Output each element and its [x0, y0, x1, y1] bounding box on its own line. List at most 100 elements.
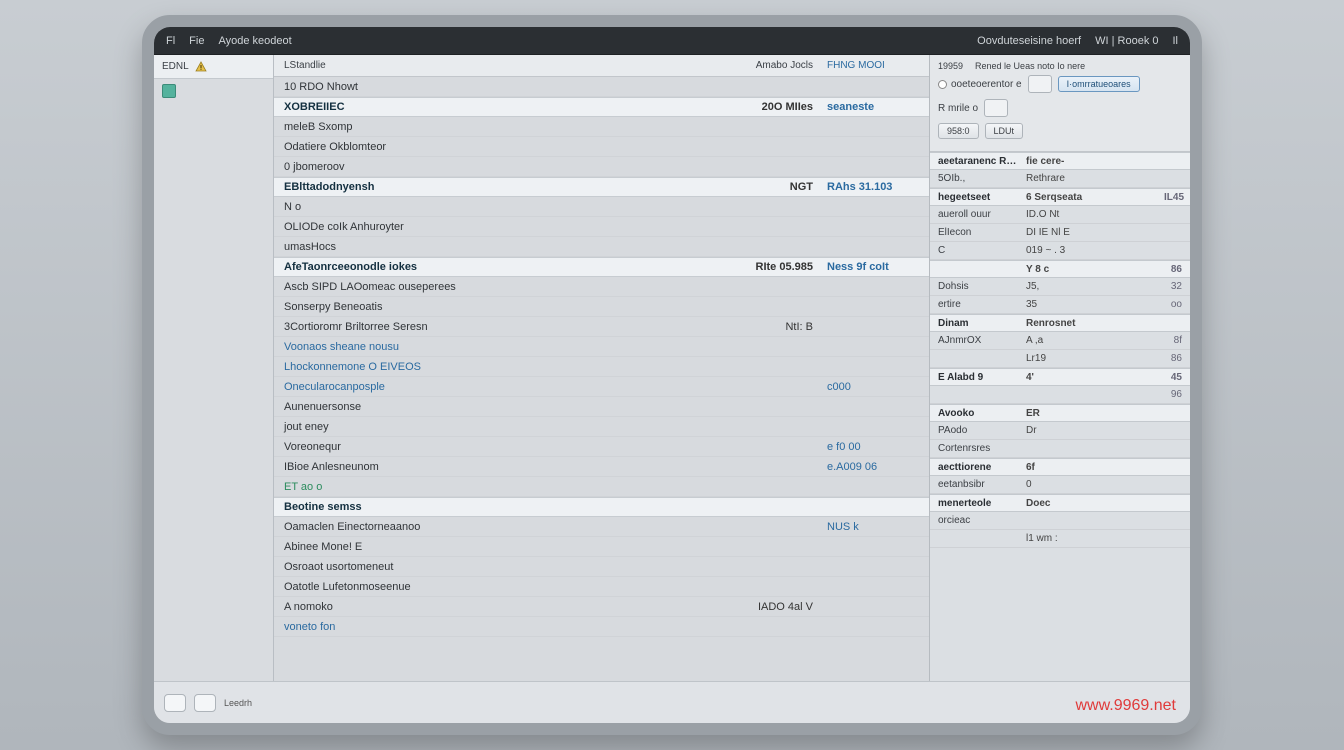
list-row[interactable]: A nomokoIADO 4al V [274, 597, 929, 617]
list-row[interactable]: Odatiere Okblomteor [274, 137, 929, 157]
list-row[interactable]: Osroaot usortomeneut [274, 557, 929, 577]
list-row[interactable]: ET ao o [274, 477, 929, 497]
list-row[interactable]: Aunenuersonse [274, 397, 929, 417]
inspector-row[interactable]: 5OIb.,Rethrare [930, 170, 1190, 188]
list-row[interactable]: voneto fon [274, 617, 929, 637]
inspector-row-right: 8f [1164, 335, 1190, 346]
list-row[interactable]: Ascb SIPD LAOomeac ouseperees [274, 277, 929, 297]
menu-item-3[interactable]: Ayode keodeot [218, 35, 291, 47]
status-label: Leedrh [224, 698, 252, 708]
inspector-row-label: Dohsis [930, 281, 1020, 292]
inspector-row[interactable]: Lr1986 [930, 350, 1190, 368]
inspector-row-label: Avooko [930, 408, 1020, 419]
inspector-radio[interactable]: ooeteoerentor e [938, 79, 1022, 90]
row-name: XOBREIIEC [274, 101, 709, 113]
inspector-row-value: 019 ~ . 3 [1020, 245, 1164, 256]
inspector-row[interactable]: ElIeconDI IE Nl E [930, 224, 1190, 242]
inspector-row-value: 6f [1020, 462, 1164, 473]
inspector-row[interactable]: l1 wm : [930, 530, 1190, 548]
status-btn-1[interactable] [164, 694, 186, 712]
inspector-row[interactable]: DohsisJ5,32 [930, 278, 1190, 296]
list-row[interactable]: Abinee Mone! E [274, 537, 929, 557]
inspector-section-header: E Alabd 94'45 [930, 368, 1190, 386]
menu-item-1[interactable]: Fl [166, 35, 175, 47]
col-name[interactable]: LStandlie [274, 60, 709, 71]
inspector-row[interactable]: AJnmrOXA ,a8f [930, 332, 1190, 350]
inspector-row[interactable]: ertire35oo [930, 296, 1190, 314]
inspector-row[interactable]: aueroll ouurID.O Nt [930, 206, 1190, 224]
inspector-row-value: Y 8 c [1020, 264, 1164, 275]
inspector-row-label: 5OIb., [930, 173, 1020, 184]
inspector-row-label: aeetaranenc ROFn [930, 156, 1020, 167]
radio-label: ooeteoerentor e [951, 79, 1022, 90]
row-name: Beotine semss [274, 501, 709, 513]
inspector-row[interactable]: Cortenrsres [930, 440, 1190, 458]
list-row[interactable]: 10 RDO Nhowt [274, 77, 929, 97]
row-name: Sonserpy Beneoatis [274, 301, 709, 313]
inspector-row-label: AJnmrOX [930, 335, 1020, 346]
list-section-header[interactable]: AfeTaonrceeonodle iokesRIte 05.985Ness 9… [274, 257, 929, 277]
main-list[interactable]: 10 RDO NhowtXOBREIIEC20O MIIesseanesteme… [274, 77, 929, 681]
status-btn-2[interactable] [194, 694, 216, 712]
list-section-header[interactable]: XOBREIIEC20O MIIesseaneste [274, 97, 929, 117]
list-row[interactable]: Lhockonnemone O EIVEOS [274, 357, 929, 377]
list-row[interactable]: 0 jbomeroov [274, 157, 929, 177]
inspector-row[interactable]: 96 [930, 386, 1190, 404]
gutter-icon-row[interactable] [154, 79, 273, 103]
inspector-row-value: Doec [1020, 498, 1164, 509]
inspector-row-value: A ,a [1020, 335, 1164, 346]
list-row[interactable]: Sonserpy Beneoatis [274, 297, 929, 317]
list-row[interactable]: jout eney [274, 417, 929, 437]
list-row[interactable]: Voreonequre f0 00 [274, 437, 929, 457]
row-col-a: IADO 4al V [709, 601, 819, 613]
inspector-row-label: hegeetseet [930, 192, 1020, 203]
inspector-row-value: DI IE Nl E [1020, 227, 1164, 238]
inspector-row-value: Dr [1020, 425, 1164, 436]
inspector-row-label: Dinam [930, 318, 1020, 329]
row-name: IBioe Anlesneunom [274, 461, 709, 473]
row-name: voneto fon [274, 621, 709, 633]
inspector-row[interactable]: eetanbsibr0 [930, 476, 1190, 494]
list-row[interactable]: OLIODe coIk Anhuroyter [274, 217, 929, 237]
row-name: Oatotle Lufetonmoseenue [274, 581, 709, 593]
list-row[interactable]: 3Cortioromr Briltorree SeresnNtI: B [274, 317, 929, 337]
inspector-row[interactable]: C019 ~ . 3 [930, 242, 1190, 260]
inspector-row-label: eetanbsibr [930, 479, 1020, 490]
list-row[interactable]: Voonaos sheane nousu [274, 337, 929, 357]
inspector-body[interactable]: aeetaranenc ROFnfie cere-5OIb.,Rethrareh… [930, 152, 1190, 681]
inspector-row-right: 86 [1164, 264, 1190, 275]
inspector-row[interactable]: PAodoDr [930, 422, 1190, 440]
col-a[interactable]: Amabo Jocls [709, 60, 819, 71]
list-row[interactable]: N o [274, 197, 929, 217]
list-row[interactable]: IBioe Anlesneunome.A009 06 [274, 457, 929, 477]
gutter-tab-1[interactable]: EDNL [154, 55, 273, 79]
row-name: Onecularocanposple [274, 381, 709, 393]
inspector-btn-2[interactable]: LDUt [985, 123, 1024, 139]
list-row[interactable]: Onecularocanposplec000 [274, 377, 929, 397]
list-row[interactable]: Oatotle Lufetonmoseenue [274, 577, 929, 597]
inspector-section-header: aecttiorene6f [930, 458, 1190, 476]
inspector-chip-1[interactable] [1028, 75, 1052, 93]
inspector-btn-primary[interactable]: I·omrratueoares [1058, 76, 1140, 92]
col-b[interactable]: FHNG MOOI [819, 60, 929, 71]
inspector-btn-1[interactable]: 958:0 [938, 123, 979, 139]
list-header: LStandlie Amabo Jocls FHNG MOOI [274, 55, 929, 77]
list-section-header[interactable]: Beotine semss [274, 497, 929, 517]
inspector-row-label: ElIecon [930, 227, 1020, 238]
inspector-chip-2[interactable] [984, 99, 1008, 117]
row-col-a: RIte 05.985 [709, 261, 819, 273]
work-area: EDNL LStandlie Amabo Jocls FHNG MOOI 10 … [154, 55, 1190, 681]
list-section-header[interactable]: EBlttadodnyenshNGTRAhs 31.103 [274, 177, 929, 197]
list-row[interactable]: meleB Sxomp [274, 117, 929, 137]
row-name: A nomoko [274, 601, 709, 613]
main-panel: LStandlie Amabo Jocls FHNG MOOI 10 RDO N… [274, 55, 930, 681]
menu-item-2[interactable]: Fie [189, 35, 204, 47]
row-name: AfeTaonrceeonodle iokes [274, 261, 709, 273]
inspector-row[interactable]: orcieac [930, 512, 1190, 530]
row-col-b: NUS k [819, 521, 929, 533]
list-row[interactable]: Oamaclen EinectorneaanooNUS k [274, 517, 929, 537]
status-bar: Leedrh [154, 681, 1190, 723]
row-name: Ascb SIPD LAOomeac ouseperees [274, 281, 709, 293]
row-col-a: 20O MIIes [709, 101, 819, 113]
list-row[interactable]: umasHocs [274, 237, 929, 257]
